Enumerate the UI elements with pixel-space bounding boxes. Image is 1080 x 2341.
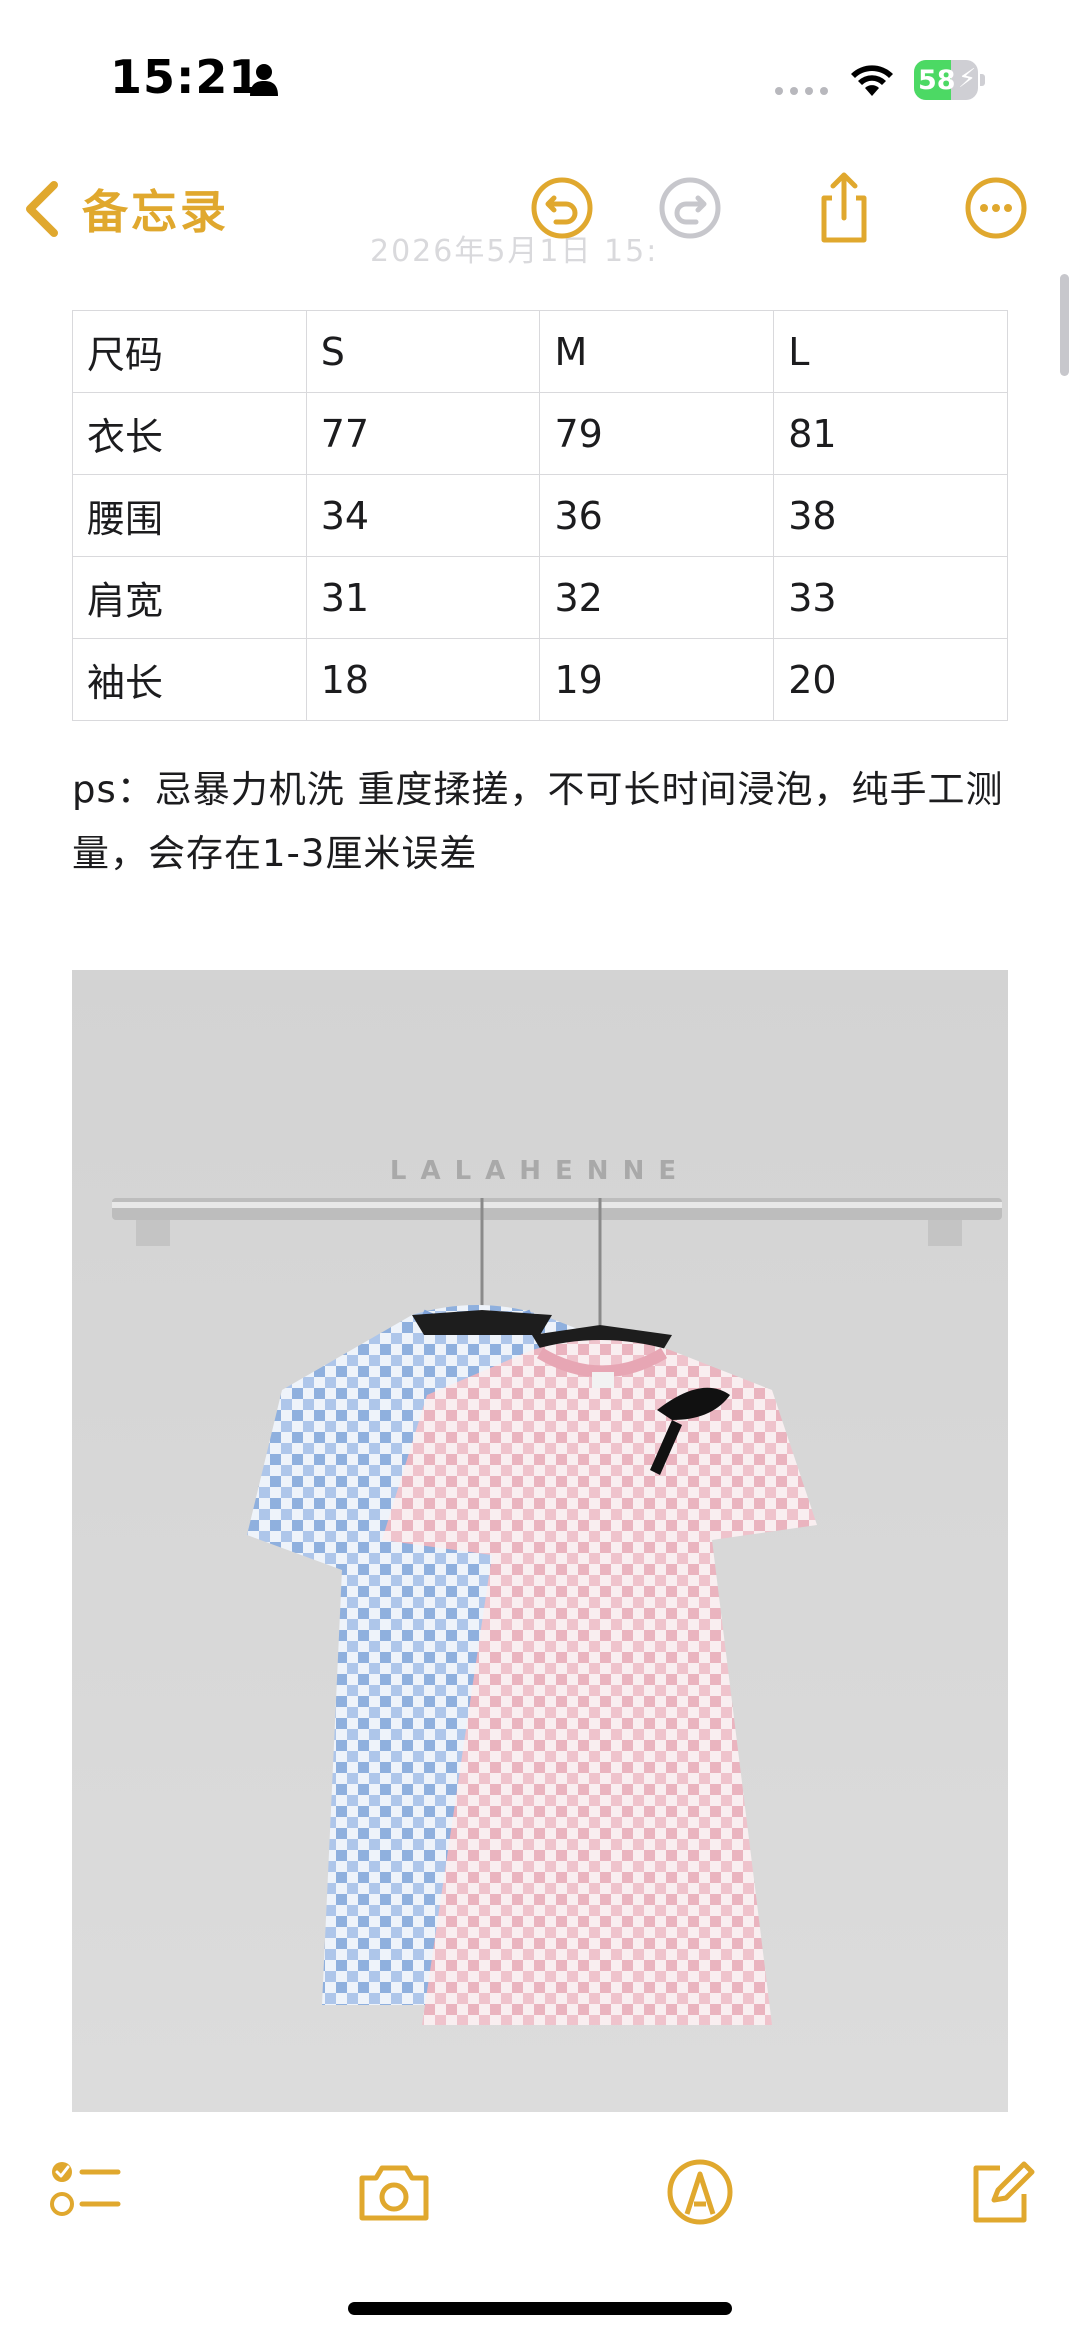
back-button[interactable]: 备忘录 xyxy=(20,174,229,244)
table-row: 衣长 77 79 81 xyxy=(72,392,1008,475)
scroll-indicator[interactable] xyxy=(1060,274,1069,376)
size-table: 尺码 S M L 衣长 77 79 81 腰围 34 36 38 肩宽 31 3… xyxy=(72,310,1008,721)
table-cell[interactable]: 36 xyxy=(539,474,775,557)
table-cell[interactable]: 衣长 xyxy=(72,392,307,475)
table-cell[interactable]: 31 xyxy=(305,556,541,639)
compose-icon[interactable] xyxy=(960,2152,1040,2232)
table-cell[interactable]: 33 xyxy=(773,556,1008,639)
table-cell[interactable]: 肩宽 xyxy=(72,556,307,639)
person-icon xyxy=(250,64,278,96)
redo-icon[interactable] xyxy=(652,170,728,246)
share-icon[interactable] xyxy=(806,170,882,246)
dress-photo[interactable]: LALAHENNE xyxy=(72,970,1008,2112)
table-cell[interactable]: S xyxy=(305,310,541,393)
battery-cap xyxy=(980,74,985,86)
table-cell[interactable]: 20 xyxy=(773,638,1008,721)
more-icon[interactable] xyxy=(958,170,1034,246)
table-cell[interactable]: 77 xyxy=(305,392,541,475)
home-indicator[interactable] xyxy=(348,2302,732,2315)
table-cell[interactable]: 腰围 xyxy=(72,474,307,557)
table-cell[interactable]: 袖长 xyxy=(72,638,307,721)
table-cell[interactable]: 19 xyxy=(539,638,775,721)
status-bar: 15:21 58 ⚡ xyxy=(0,0,1080,150)
table-cell[interactable]: 34 xyxy=(305,474,541,557)
note-body-text[interactable]: ps：忌暴力机洗 重度揉搓，不可长时间浸泡，纯手工测量，会存在1-3厘米误差 xyxy=(72,758,1012,886)
markup-icon[interactable] xyxy=(660,2152,740,2232)
table-cell[interactable]: M xyxy=(539,310,775,393)
chevron-left-icon xyxy=(26,181,58,237)
table-row: 尺码 S M L xyxy=(72,310,1008,393)
status-time: 15:21 xyxy=(110,50,262,104)
table-row: 肩宽 31 32 33 xyxy=(72,556,1008,639)
table-row: 袖长 18 19 20 xyxy=(72,638,1008,721)
battery-percentage: 58 xyxy=(918,65,956,96)
table-cell[interactable]: L xyxy=(773,310,1008,393)
battery-indicator: 58 ⚡ xyxy=(914,60,986,100)
table-cell[interactable]: 18 xyxy=(305,638,541,721)
bottom-toolbar xyxy=(0,2140,1080,2240)
undo-icon[interactable] xyxy=(524,170,600,246)
table-cell[interactable]: 81 xyxy=(773,392,1008,475)
note-date-faint: 2026年5月1日 15: xyxy=(370,234,659,269)
navigation-bar: 2026年5月1日 15: 备忘录 xyxy=(0,150,1080,270)
dress-illustration xyxy=(72,970,1008,2112)
camera-icon[interactable] xyxy=(354,2152,434,2232)
cellular-signal-icon xyxy=(775,87,828,95)
checklist-icon[interactable] xyxy=(46,2152,126,2232)
table-row: 腰围 34 36 38 xyxy=(72,474,1008,557)
table-cell[interactable]: 尺码 xyxy=(72,310,307,393)
charging-bolt-icon: ⚡ xyxy=(958,64,977,94)
wifi-icon xyxy=(851,65,893,96)
photo-watermark: LALAHENNE xyxy=(389,1156,691,1186)
table-cell[interactable]: 79 xyxy=(539,392,775,475)
back-button-label: 备忘录 xyxy=(82,185,229,239)
table-cell[interactable]: 38 xyxy=(773,474,1008,557)
battery-body: 58 ⚡ xyxy=(914,60,978,100)
table-cell[interactable]: 32 xyxy=(539,556,775,639)
